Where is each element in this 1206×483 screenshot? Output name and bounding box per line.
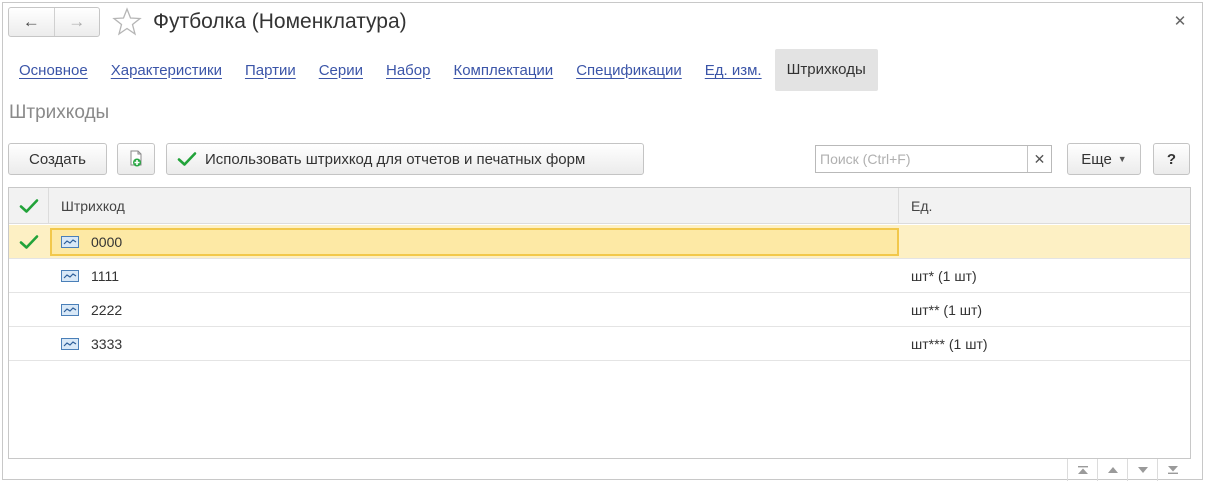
unit-cell[interactable]: шт** (1 шт) [900,293,1190,327]
table-header: Штрихкод Ед. [9,188,1190,224]
unit-cell[interactable]: шт* (1 шт) [900,259,1190,293]
barcode-item-icon [61,338,79,350]
chevron-down-icon: ▼ [1117,154,1127,164]
tab-barcodes[interactable]: Штрихкоды [774,49,878,91]
tab-characteristics[interactable]: Характеристики [111,62,222,79]
barcode-cell[interactable]: 0000 [50,228,899,256]
star-icon [112,7,142,36]
copy-button[interactable] [117,143,155,175]
more-label: Еще [1081,150,1112,168]
barcode-cell[interactable]: 2222 [50,293,899,327]
barcode-value: 1111 [91,268,120,284]
back-button[interactable]: ← [9,8,55,36]
tab-main[interactable]: Основное [19,62,88,79]
barcode-item-icon [61,270,79,282]
close-icon: ✕ [1033,150,1046,167]
row-check[interactable] [9,225,49,259]
barcode-cell[interactable]: 1111 [50,259,899,293]
scroll-bottom-icon [1167,466,1178,474]
table-row[interactable]: 3333 шт*** (1 шт) [9,327,1190,361]
create-button[interactable]: Создать [8,143,107,175]
more-button[interactable]: Еще ▼ [1067,143,1141,175]
barcode-value: 3333 [91,336,123,352]
header-barcode[interactable]: Штрихкод [50,188,899,224]
use-barcode-label: Использовать штрихкод для отчетов и печа… [205,150,586,168]
table-row[interactable]: 1111 шт* (1 шт) [9,259,1190,293]
arrow-left-icon: ← [22,12,40,31]
scroll-down-button[interactable] [1127,459,1157,481]
tab-bar: Основное Характеристики Партии Серии Наб… [7,49,901,91]
row-check[interactable] [9,327,49,361]
scroll-top-icon [1077,466,1088,474]
favorite-button[interactable] [111,7,143,37]
scroll-up-button[interactable] [1097,459,1127,481]
barcode-value: 2222 [91,302,123,318]
barcodes-table: Штрихкод Ед. 0000 1111 шт* (1 шт) 2222 ш… [8,187,1191,459]
scroll-bottom-button[interactable] [1157,459,1187,481]
tab-batches[interactable]: Партии [245,62,296,79]
barcode-item-icon [61,236,79,248]
close-button[interactable]: ✕ [1170,11,1190,31]
tab-kits[interactable]: Комплектации [453,62,553,79]
table-row[interactable]: 0000 [9,225,1190,259]
close-icon: ✕ [1173,13,1187,30]
row-check[interactable] [9,293,49,327]
barcode-value: 0000 [91,234,123,250]
checkmark-icon [19,199,38,213]
header-unit[interactable]: Ед. [900,188,1190,224]
unit-cell[interactable]: шт*** (1 шт) [900,327,1190,361]
search-input[interactable] [816,146,1027,172]
forward-button[interactable]: → [55,8,100,36]
scroll-up-icon [1107,467,1118,473]
checkmark-icon [177,152,197,166]
checkmark-icon [19,235,39,249]
search-field: ✕ [815,145,1052,173]
scroll-top-button[interactable] [1067,459,1097,481]
search-clear-button[interactable]: ✕ [1027,146,1051,172]
window-title: Футболка (Номенклатура) [153,10,407,33]
tab-series[interactable]: Серии [319,62,363,79]
header-check-column[interactable] [9,188,49,224]
use-barcode-button[interactable]: Использовать штрихкод для отчетов и печа… [166,143,644,175]
arrow-right-icon: → [68,12,86,31]
unit-cell[interactable] [900,225,1190,259]
tab-set[interactable]: Набор [386,62,430,79]
row-check[interactable] [9,259,49,293]
tab-units[interactable]: Ед. изм. [705,62,762,79]
copy-add-icon [130,150,142,167]
barcode-item-icon [61,304,79,316]
scroll-down-icon [1137,467,1148,473]
table-row[interactable]: 2222 шт** (1 шт) [9,293,1190,327]
navigation-buttons: ← → [8,7,100,37]
tab-specifications[interactable]: Спецификации [576,62,682,79]
form-window: ← → Футболка (Номенклатура) ✕ Основное Х… [2,2,1203,481]
section-title: Штрихкоды [9,102,110,123]
barcode-cell[interactable]: 3333 [50,327,899,361]
help-button[interactable]: ? [1153,143,1190,175]
